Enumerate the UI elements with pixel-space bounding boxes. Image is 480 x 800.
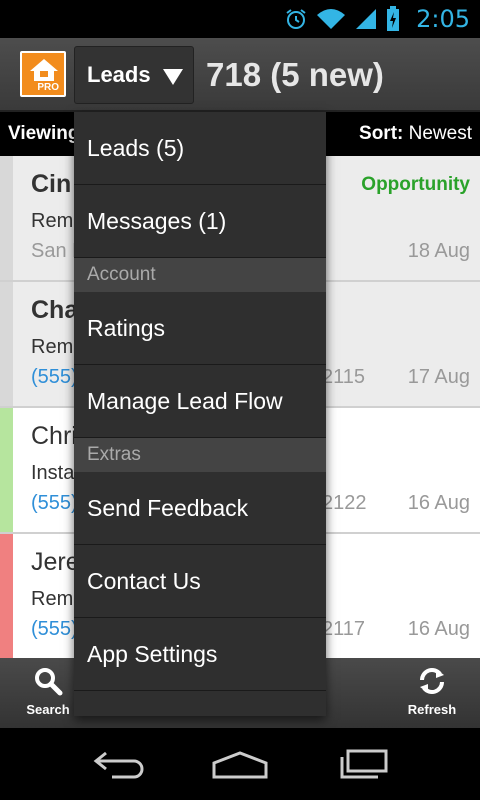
- navigation-dropdown-menu: Leads (5) Messages (1) Account Ratings M…: [74, 112, 326, 716]
- status-icons: [284, 6, 400, 32]
- lead-phone-suffix: 2117: [322, 618, 366, 640]
- refresh-button[interactable]: Refresh: [392, 666, 472, 722]
- spinner-label: Leads: [87, 62, 151, 87]
- home-button[interactable]: [205, 744, 275, 784]
- search-icon: [35, 668, 63, 696]
- status-bar: 2:05: [0, 0, 480, 38]
- lead-name: Jere: [31, 548, 80, 576]
- lead-phone-suffix: 2122: [322, 492, 367, 514]
- viewing-label: Viewing: [8, 123, 80, 144]
- app-logo[interactable]: PRO: [20, 51, 66, 97]
- lead-phone-link[interactable]: (555): [31, 366, 78, 389]
- lead-status-stripe: [0, 282, 13, 406]
- menu-item-send-feedback[interactable]: Send Feedback: [74, 472, 326, 545]
- lead-phone-link[interactable]: (555): [31, 492, 78, 515]
- menu-item-app-settings[interactable]: App Settings: [74, 618, 326, 691]
- dropdown-triangle-icon: [163, 69, 183, 85]
- lead-status-stripe: [0, 408, 13, 532]
- lead-phone-suffix: 2115: [322, 366, 366, 388]
- lead-date: 16 Aug: [407, 618, 470, 640]
- menu-item-contact-us[interactable]: Contact Us: [74, 545, 326, 618]
- lead-tag: Opportunity: [361, 174, 470, 195]
- status-time: 2:05: [416, 5, 470, 33]
- lead-status-stripe: [0, 534, 13, 658]
- view-spinner[interactable]: Leads: [74, 46, 194, 104]
- home-icon: [212, 751, 268, 779]
- menu-item-manage-lead-flow[interactable]: Manage Lead Flow: [74, 365, 326, 438]
- battery-icon: [387, 6, 399, 31]
- refresh-label: Refresh: [407, 702, 457, 717]
- lead-name: Chri: [31, 422, 77, 450]
- pro-badge: PRO: [34, 82, 62, 93]
- sort-value: Newest: [408, 123, 472, 144]
- back-icon: [93, 751, 144, 779]
- lead-count: 718 (5 new): [206, 56, 384, 93]
- menu-header-account: Account: [74, 258, 326, 292]
- back-button[interactable]: [85, 744, 155, 784]
- recent-apps-button[interactable]: [327, 744, 397, 784]
- search-label: Search: [26, 702, 70, 717]
- refresh-icon: [420, 668, 444, 694]
- sort-label: Sort:: [359, 123, 404, 144]
- alarm-icon: [286, 9, 306, 29]
- action-bar: PRO Leads 718 (5 new): [0, 38, 480, 112]
- lead-date: 16 Aug: [407, 492, 470, 514]
- house-icon: [30, 59, 58, 81]
- signal-icon: [356, 9, 376, 29]
- lead-date: 17 Aug: [407, 366, 470, 388]
- sort-control[interactable]: Sort: Newest: [359, 123, 472, 145]
- recent-apps-icon: [340, 749, 388, 779]
- navigation-bar: [0, 728, 480, 800]
- lead-description: Insta: [31, 462, 75, 484]
- lead-status-stripe: [0, 156, 13, 280]
- menu-item-leads[interactable]: Leads (5): [74, 112, 326, 185]
- wifi-icon: [317, 9, 345, 29]
- menu-item-messages[interactable]: Messages (1): [74, 185, 326, 258]
- lead-name: Cin: [31, 170, 72, 198]
- lead-name: Cha: [31, 296, 79, 324]
- menu-header-extras: Extras: [74, 438, 326, 472]
- menu-item-ratings[interactable]: Ratings: [74, 292, 326, 365]
- lead-date: 18 Aug: [407, 240, 470, 262]
- lead-phone-link[interactable]: (555): [31, 618, 78, 641]
